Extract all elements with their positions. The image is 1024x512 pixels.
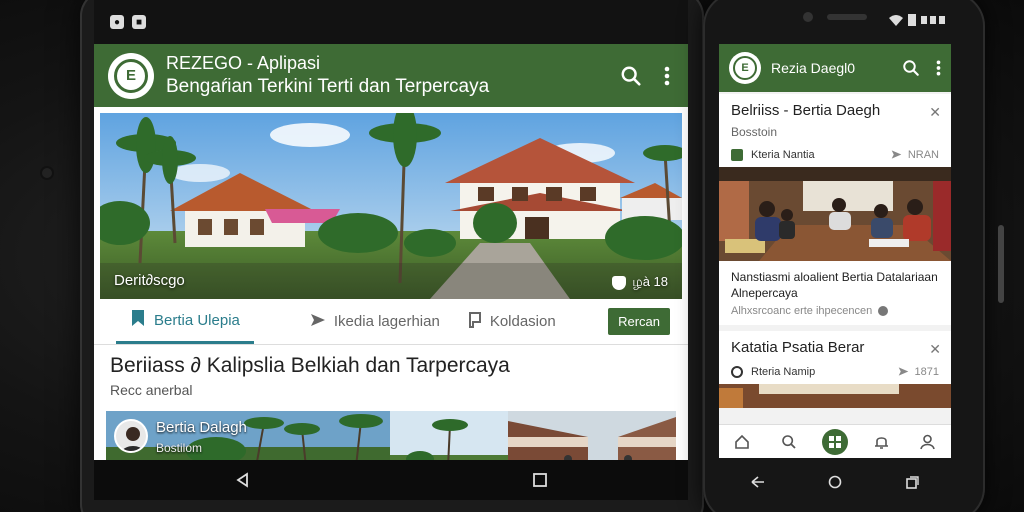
card-source: Kteria Nantia NRAN — [719, 139, 951, 167]
featured-subtitle: Bostilom — [156, 441, 203, 455]
search-icon[interactable] — [776, 429, 802, 455]
hero-badge: ழà 18 — [612, 274, 668, 291]
news-card[interactable]: Belriiss - Bertia Daegh Bosstoin ✕ Kteri… — [719, 94, 951, 326]
tablet-status-bar: ● ■ — [94, 0, 688, 44]
home-icon[interactable] — [729, 429, 755, 455]
article-meta: Alhxsrcoanc erte ihpecencen — [719, 301, 951, 325]
tablet-system-nav — [94, 460, 688, 500]
source-meta: NRAN — [907, 149, 939, 161]
back-icon[interactable] — [738, 467, 778, 497]
card-title: Katatia Psatia Berar — [731, 339, 865, 357]
phone-speaker — [827, 14, 867, 20]
bookmark-icon — [130, 309, 146, 331]
home-button-icon[interactable] — [815, 467, 855, 497]
more-vert-icon[interactable] — [936, 59, 941, 77]
headline-kicker: Recc anerbal — [110, 382, 193, 398]
hero-caption: Derit∂scgo — [114, 272, 185, 289]
back-icon[interactable] — [223, 465, 263, 495]
options-icon[interactable] — [878, 306, 889, 317]
app-logo[interactable]: E — [729, 52, 761, 84]
close-icon[interactable]: ✕ — [929, 104, 941, 121]
article-photo[interactable] — [719, 167, 951, 261]
tab-berita-ulepia[interactable]: Bertia Ulepia — [116, 299, 254, 344]
headline[interactable]: Beriiass ∂ Kalipslia Belkiah dan Tarperc… — [110, 354, 510, 378]
app-title: Rezia Daegl0 — [771, 60, 856, 76]
send-icon — [898, 367, 908, 376]
featured-title: Bertia Dalagh — [156, 419, 247, 436]
tablet-app-bar: E REZEGO - Aplipasi Bengaŕian Terkini Te… — [94, 44, 688, 107]
tab-kedia[interactable]: Ikedia lagerhian — [296, 299, 454, 344]
source-icon — [731, 149, 743, 161]
more-vert-icon[interactable] — [664, 66, 670, 86]
tab-label: Ikedia lagerhian — [333, 313, 440, 330]
recents-icon[interactable] — [892, 467, 932, 497]
card-subtitle: Bosstoin — [731, 125, 778, 139]
article-photo[interactable] — [719, 384, 951, 409]
battery-icon — [921, 16, 945, 24]
recents-icon[interactable] — [520, 465, 560, 495]
app-title: REZEGO - Aplipasi — [166, 53, 321, 74]
source-meta: 1871 — [914, 366, 939, 379]
tab-action-button[interactable]: Rercan — [608, 308, 670, 335]
tab-label: Koldasion — [489, 313, 556, 330]
status-icon: ■ — [132, 15, 146, 29]
article-meta-text: Alhxsrcoanc erte ihpecencen — [731, 305, 873, 318]
tab-koldasion[interactable]: Koldasion — [454, 299, 570, 344]
phone-app-bar: E Rezia Daegl0 — [719, 44, 951, 92]
card-source: Rteria Namip 1871 — [719, 356, 951, 384]
signal-icon — [908, 14, 916, 26]
thumbnail-palms[interactable] — [390, 411, 508, 460]
phone-device: E Rezia Daegl0 Belriiss - Bertia Daegh B… — [703, 0, 985, 512]
avatar — [114, 419, 148, 453]
tablet-camera — [42, 168, 52, 178]
wifi-icon — [889, 14, 903, 26]
phone-screen: E Rezia Daegl0 Belriiss - Bertia Daegh B… — [719, 44, 951, 458]
search-icon[interactable] — [620, 65, 642, 87]
comment-icon — [731, 366, 743, 379]
phone-side-button — [998, 225, 1004, 303]
flag-icon — [468, 311, 482, 332]
phone-system-nav — [719, 462, 951, 502]
profile-icon[interactable] — [915, 429, 941, 455]
bell-icon[interactable] — [868, 429, 894, 455]
search-icon[interactable] — [902, 59, 920, 77]
phone-status-bar — [889, 14, 945, 26]
source-name: Kteria Nantia — [751, 149, 815, 161]
send-icon — [310, 313, 326, 331]
tablet-tab-bar: Bertia Ulepia Ikedia lagerhian Koldasion… — [94, 299, 688, 345]
send-icon — [891, 150, 902, 159]
hero-badge-text: ழà 18 — [632, 274, 668, 289]
news-card[interactable]: Katatia Psatia Berar ✕ Rteria Namip 1871 — [719, 331, 951, 409]
tablet-screen: ● ■ E REZEGO - Aplipasi Bengaŕian Terkin… — [94, 0, 688, 460]
app-logo[interactable]: E — [108, 52, 154, 99]
app-subtitle: Bengaŕian Terkini Terti dan Terpercaya — [166, 75, 490, 97]
article-title[interactable]: Nanstiasmi aloalient Bertia Datalariaan … — [719, 261, 951, 301]
close-icon[interactable]: ✕ — [929, 341, 941, 358]
bottom-nav — [719, 424, 951, 458]
thumbnail-street[interactable] — [508, 411, 676, 460]
status-icon: ● — [110, 15, 124, 29]
featured-card[interactable]: Bertia Dalagh Bostilom — [106, 411, 390, 460]
shield-icon — [612, 275, 627, 290]
tab-label: Bertia Ulepia — [154, 311, 240, 329]
phone-camera — [803, 12, 813, 22]
tablet-device: ● ■ E REZEGO - Aplipasi Bengaŕian Terkin… — [42, 0, 704, 512]
card-title: Belriiss - Bertia Daegh — [731, 102, 881, 119]
logo-mark: E — [114, 58, 148, 93]
apps-icon[interactable] — [821, 428, 848, 455]
source-name: Rteria Namip — [751, 366, 816, 379]
logo-mark: E — [733, 56, 757, 80]
featured-strip[interactable]: Bertia Dalagh Bostilom — [106, 411, 676, 460]
hero-image[interactable]: Derit∂scgo ழà 18 — [100, 113, 682, 299]
